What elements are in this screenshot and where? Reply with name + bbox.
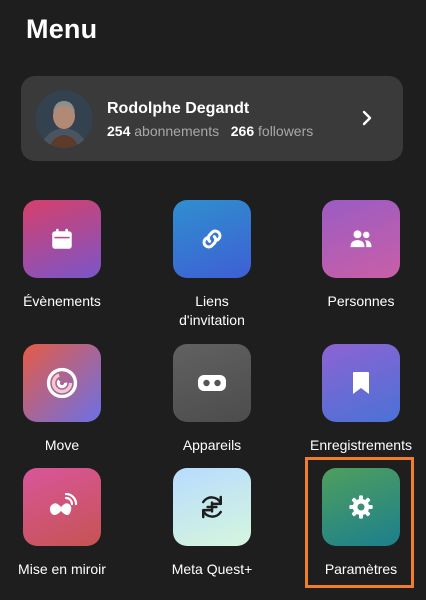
tile-evenements[interactable]: Évènements — [2, 200, 122, 311]
tile-icon-box — [173, 200, 251, 278]
tile-enregistrements[interactable]: Enregistrements — [301, 344, 421, 455]
page-title: Menu — [26, 14, 98, 44]
quest-plus-icon — [202, 495, 222, 519]
link-icon — [202, 229, 222, 249]
profile-card[interactable]: Rodolphe Degandt 254 abonnements 266 fol… — [21, 76, 403, 161]
tile-label: Move — [44, 437, 80, 453]
tile-icon-box — [23, 344, 101, 422]
tile-label: Appareils — [182, 437, 242, 453]
bookmark-icon — [353, 372, 369, 394]
tile-personnes[interactable]: Personnes — [301, 200, 421, 311]
profile-stats: 254 abonnements 266 followers — [107, 123, 313, 139]
tile-label: Mise en miroir — [18, 561, 106, 577]
calendar-icon — [52, 228, 72, 249]
tile-icon-box — [322, 344, 400, 422]
following-count: 254 — [107, 123, 131, 139]
followers-count: 266 — [230, 123, 255, 139]
tile-label: Évènements — [23, 293, 101, 309]
tile-label: Enregistrements — [310, 437, 412, 453]
tile-icon-box — [23, 468, 101, 546]
tile-meta-quest-plus[interactable]: Meta Quest+ — [152, 468, 272, 579]
tile-icon-box — [173, 344, 251, 422]
profile-name: Rodolphe Degandt — [107, 100, 250, 117]
vr-headset-icon — [198, 375, 226, 391]
people-icon — [350, 230, 372, 248]
followers-label: followers — [258, 123, 314, 139]
tile-label: Liens d'invitation — [179, 293, 245, 328]
tile-icon-box — [173, 468, 251, 546]
following-label: abonnements — [134, 123, 220, 139]
chevron-right-icon — [362, 110, 372, 126]
tile-move[interactable]: Move — [2, 344, 122, 455]
tile-appareils[interactable]: Appareils — [152, 344, 272, 455]
selection-highlight — [305, 457, 414, 588]
tile-liens-invitation[interactable]: Liens d'invitation — [152, 200, 272, 330]
tile-mise-en-miroir[interactable]: Mise en miroir — [2, 468, 122, 579]
tile-icon-box — [322, 200, 400, 278]
tile-label: Meta Quest+ — [171, 561, 253, 577]
tile-icon-box — [23, 200, 101, 278]
move-ring-icon — [46, 367, 78, 399]
cast-icon — [49, 493, 78, 515]
tile-label: Personnes — [327, 293, 395, 309]
avatar — [35, 90, 93, 148]
